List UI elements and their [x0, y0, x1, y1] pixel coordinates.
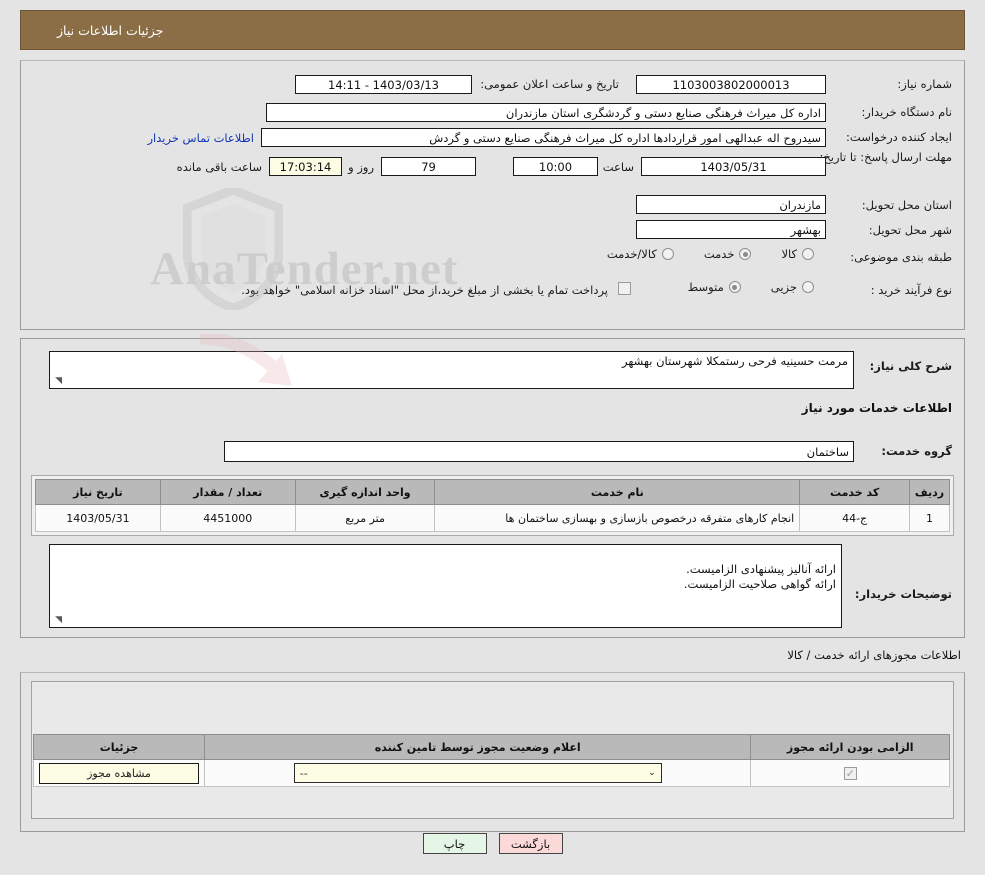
buyer-notes-value: ارائه آنالیز پیشنهادی الزامیست. ارائه گو… — [683, 562, 836, 591]
buyer-org-row: نام دستگاه خریدار: — [832, 105, 952, 119]
category-option-kala-khedmat[interactable]: کالا/خدمت — [607, 247, 674, 261]
col-qty: تعداد / مقدار — [159, 479, 296, 505]
services-table-wrapper: ردیف کد خدمت نام خدمت واحد اندازه گیری ت… — [31, 475, 954, 536]
category-label: طبقه بندی موضوعی: — [850, 250, 952, 264]
buyer-notes-textarea[interactable]: ارائه آنالیز پیشنهادی الزامیست. ارائه گو… — [49, 544, 842, 628]
radio-khedmat-icon[interactable] — [739, 248, 752, 260]
cell-date: 1403/05/31 — [35, 504, 161, 532]
radio-kala-khedmat-icon[interactable] — [661, 248, 674, 260]
announce-label-row: تاریخ و ساعت اعلان عمومی: — [480, 77, 619, 91]
countdown-timer-value: 17:03:14 — [269, 157, 342, 176]
category-option-khedmat[interactable]: خدمت — [704, 247, 752, 261]
announce-date-value: 1403/03/13 - 14:11 — [295, 75, 472, 94]
province-label: استان محل تحویل: — [861, 198, 952, 212]
permits-inner-box: الزامی بودن ارائه مجوز اعلام وضعیت مجوز … — [31, 681, 954, 819]
buyer-org-label: نام دستگاه خریدار: — [861, 105, 952, 119]
category-option-label: کالا — [781, 247, 797, 261]
hours-remaining-label: ساعت باقی مانده — [176, 160, 262, 174]
permits-section-heading: اطلاعات مجوزهای ارائه خدمت / کالا — [787, 648, 961, 662]
radio-kala-icon[interactable] — [802, 248, 814, 260]
category-option-kala[interactable]: کالا — [781, 247, 814, 261]
print-button[interactable]: چاپ — [422, 833, 487, 854]
process-option-jozii[interactable]: جزیی — [771, 280, 814, 294]
category-radio-group: کالا خدمت کالا/خدمت — [607, 247, 814, 261]
deadline-time-value: 10:00 — [513, 157, 598, 176]
cell-unit: متر مربع — [294, 504, 436, 532]
need-summary-panel: شماره نیاز: 1103003802000013 تاریخ و ساع… — [20, 60, 965, 330]
cell-permit-status: ⌄ -- — [204, 759, 752, 787]
table-row: ✓ ⌄ -- مشاهده مجوز — [32, 759, 950, 787]
process-option-motavasset[interactable]: متوسط — [688, 280, 741, 294]
resize-grip-icon[interactable]: ◥ — [52, 616, 62, 626]
purchase-process-radio-group: جزیی متوسط — [688, 280, 814, 294]
cell-qty: 4451000 — [159, 504, 296, 532]
cell-permit-details: مشاهده مجوز — [32, 759, 206, 787]
radio-motavasset-icon[interactable] — [728, 281, 741, 293]
creator-row: ایجاد کننده درخواست: — [832, 130, 952, 144]
deadline-time-label: ساعت — [602, 160, 634, 174]
deadline-label: مهلت ارسال پاسخ: تا تاریخ: — [819, 150, 952, 164]
services-table: ردیف کد خدمت نام خدمت واحد اندازه گیری ت… — [35, 479, 950, 532]
need-details-panel: شرح کلی نیاز: مرمت حسینیه فرحی رستمکلا ش… — [20, 338, 965, 638]
cell-row: 1 — [909, 504, 950, 532]
buyer-contact-link[interactable]: اطلاعات تماس خریدار — [147, 131, 254, 145]
view-permit-button[interactable]: مشاهده مجوز — [39, 762, 199, 784]
need-number-row: شماره نیاز: — [832, 77, 952, 91]
service-group-value: ساختمان — [224, 441, 854, 462]
overview-value: مرمت حسینیه فرحی رستمکلا شهرستان بهشهر — [622, 354, 848, 368]
buyer-org-value: اداره کل میراث فرهنگی صنایع دستی و گردشگ… — [266, 103, 826, 122]
chevron-down-icon: ⌄ — [648, 768, 656, 778]
treasury-bonds-checkbox[interactable] — [618, 282, 631, 295]
creator-value: سیدروح اله عبدالهی امور قراردادها اداره … — [261, 128, 826, 147]
deadline-date-value: 1403/05/31 — [641, 157, 826, 176]
back-button[interactable]: بازگشت — [498, 833, 563, 854]
col-row: ردیف — [909, 479, 950, 505]
permits-panel: الزامی بودن ارائه مجوز اعلام وضعیت مجوز … — [20, 672, 965, 832]
deadline-row: مهلت ارسال پاسخ: تا تاریخ: — [819, 150, 952, 165]
need-number-label: شماره نیاز: — [897, 77, 952, 91]
check-mark-icon: ✓ — [845, 766, 855, 780]
page-title: جزئیات اطلاعات نیاز — [57, 22, 164, 38]
province-value: مازندران — [636, 195, 826, 214]
page-header-bar: جزئیات اطلاعات نیاز — [20, 10, 965, 50]
days-remaining-label: روز و — [348, 160, 374, 174]
col-permit-status: اعلام وضعیت مجوز توسط تامین کننده — [204, 734, 752, 760]
cell-name: انجام کارهای متفرقه درخصوص بازسازی و بهس… — [434, 504, 801, 532]
category-option-label: کالا/خدمت — [606, 247, 657, 261]
category-option-label: خدمت — [703, 247, 735, 261]
purchase-process-label: نوع فرآیند خرید : — [870, 283, 952, 297]
permit-status-value: -- — [299, 766, 308, 780]
need-number-value: 1103003802000013 — [636, 75, 826, 94]
table-row: 1 ج-44 انجام کارهای متفرقه درخصوص بازساز… — [35, 504, 950, 532]
overview-label: شرح کلی نیاز: — [869, 359, 952, 373]
city-value: بهشهر — [636, 220, 826, 239]
col-permit-required: الزامی بودن ارائه مجوز — [750, 734, 950, 760]
col-name: نام خدمت — [434, 479, 801, 505]
permits-table: الزامی بودن ارائه مجوز اعلام وضعیت مجوز … — [32, 734, 950, 787]
creator-label: ایجاد کننده درخواست: — [846, 130, 952, 144]
cell-permit-required: ✓ — [750, 759, 950, 787]
col-code: کد خدمت — [799, 479, 911, 505]
services-section-heading: اطلاعات خدمات مورد نیاز — [801, 401, 952, 415]
permit-status-select[interactable]: ⌄ -- — [293, 763, 662, 783]
radio-jozii-icon[interactable] — [802, 281, 814, 293]
service-group-label: گروه خدمت: — [881, 444, 952, 458]
announce-date-label: تاریخ و ساعت اعلان عمومی: — [480, 77, 619, 91]
permits-table-header-row: الزامی بودن ارائه مجوز اعلام وضعیت مجوز … — [32, 734, 950, 760]
footer-button-bar: بازگشت چاپ — [0, 833, 985, 854]
cell-code: ج-44 — [799, 504, 911, 532]
city-label: شهر محل تحویل: — [868, 223, 952, 237]
permit-required-checkbox: ✓ — [843, 766, 857, 780]
process-option-label: متوسط — [687, 280, 724, 294]
col-permit-details: جزئیات — [32, 734, 206, 760]
services-table-header-row: ردیف کد خدمت نام خدمت واحد اندازه گیری ت… — [35, 479, 950, 505]
days-remaining-value: 79 — [381, 157, 476, 176]
col-date: تاریخ نیاز — [35, 479, 161, 505]
col-unit: واحد اندازه گیری — [294, 479, 436, 505]
treasury-bonds-note: پرداخت تمام یا بخشی از مبلغ خرید،از محل … — [241, 283, 608, 297]
buyer-notes-label: توضیحات خریدار: — [854, 587, 952, 601]
process-option-label: جزیی — [770, 280, 797, 294]
resize-grip-icon[interactable]: ◥ — [52, 377, 62, 387]
overview-textarea[interactable]: مرمت حسینیه فرحی رستمکلا شهرستان بهشهر ◥ — [49, 351, 854, 389]
